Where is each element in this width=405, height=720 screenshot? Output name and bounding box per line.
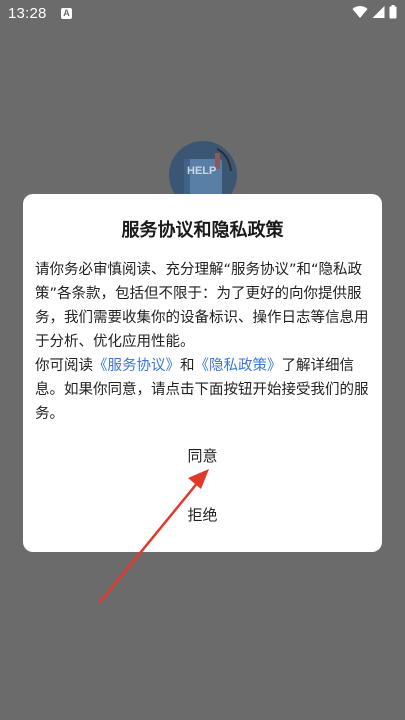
agree-button[interactable]: 同意 — [23, 444, 382, 468]
service-agreement-link[interactable]: 《服务协议》 — [93, 358, 180, 374]
body-and-text: 和 — [180, 358, 195, 374]
privacy-policy-link[interactable]: 《隐私政策》 — [195, 358, 282, 374]
status-time: 13:28 — [8, 5, 47, 22]
dialog-body-paragraph-2: 你可阅读《服务协议》和《隐私政策》了解详细信息。如果你同意，请点击下面按钮开始接… — [35, 354, 372, 426]
privacy-dialog: 服务协议和隐私政策 请你务必审慎阅读、充分理解“服务协议”和“隐私政策”各条款，… — [23, 194, 382, 552]
dialog-body-paragraph-1: 请你务必审慎阅读、充分理解“服务协议”和“隐私政策”各条款，包括但不限于：为了更… — [35, 262, 369, 350]
dialog-title: 服务协议和隐私政策 — [121, 220, 284, 241]
status-bar: 13:28 A — [0, 0, 405, 28]
reject-button[interactable]: 拒绝 — [23, 503, 382, 527]
body-prefix-text: 你可阅读 — [35, 358, 93, 374]
wifi-icon — [352, 5, 368, 19]
status-icons — [352, 5, 397, 19]
dialog-body: 请你务必审慎阅读、充分理解“服务协议”和“隐私政策”各条款，包括但不限于：为了更… — [35, 258, 372, 426]
notification-icon: A — [61, 8, 72, 19]
battery-icon — [389, 5, 397, 19]
signal-icon — [372, 5, 385, 19]
app-logo-label: HELP — [187, 165, 217, 177]
